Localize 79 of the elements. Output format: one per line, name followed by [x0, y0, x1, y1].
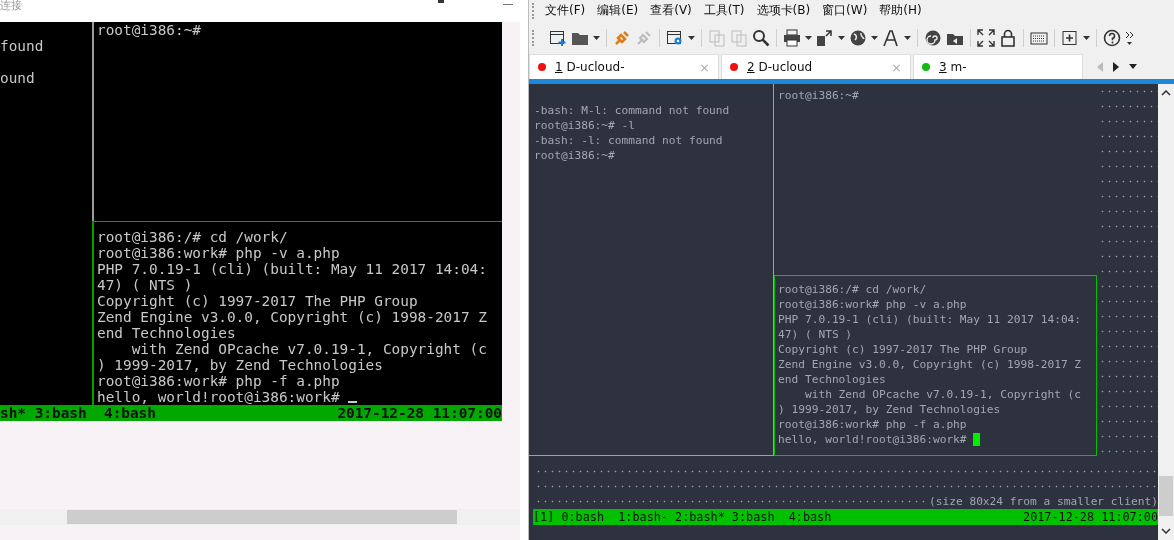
- terminal-line: PHP 7.0.19-1 (cli) (built: May 11 2017 14:04:: [97, 261, 488, 277]
- terminal-line: with Zend OPcache v7.0.19-1, Copyright (c: [803, 387, 1083, 402]
- terminal-line: ) 1999-2017, by Zend Technologies: [97, 357, 384, 373]
- menu-item[interactable]: 查看(V): [650, 2, 692, 20]
- window-list: sh* 3:bash 4:bash: [0, 405, 156, 421]
- terminal-line: root@i386:/# cd /work/: [778, 282, 928, 297]
- terminal-line: root@i386:work# php -f a.php: [778, 417, 968, 432]
- spiral-icon[interactable]: [924, 28, 942, 47]
- clock: 2017-12-28 11:07:00: [337, 405, 502, 421]
- transfer-icon[interactable]: [816, 28, 834, 47]
- terminal-line: Zend Engine v3.0.0, Copyright (c) 1998-2017 Z: [778, 357, 1083, 372]
- terminal-line: root@i386:work# php -f a.php: [97, 373, 341, 389]
- scrollbar-thumb[interactable]: [67, 510, 457, 524]
- terminal-line: root@i386:~#: [534, 148, 616, 163]
- terminal-line: root@i386:work# php -v a.php: [778, 297, 968, 312]
- terminal-line: Copyright (c) 1997-2017 The PHP Group: [778, 342, 1029, 357]
- plug-icon[interactable]: [613, 28, 631, 47]
- terminal-line: with Zend OPcache v7.0.19-1, Copyright (c: [130, 341, 488, 357]
- caret-icon[interactable]: [1083, 35, 1090, 40]
- window-title: 连接: [0, 0, 22, 12]
- menu-item[interactable]: 编辑(E): [597, 2, 639, 20]
- lock-icon[interactable]: [999, 28, 1017, 47]
- scrollbar-thumb[interactable]: [1159, 476, 1173, 516]
- terminal-line: root@i386:~# -l: [534, 118, 637, 133]
- terminal-line: Zend Engine v3.0.0, Copyright (c) 1998-2017 Z: [97, 309, 488, 325]
- font-icon[interactable]: [882, 28, 900, 47]
- terminal-line: root@i386:~#: [778, 88, 860, 103]
- session-tab[interactable]: 3 m-: [913, 54, 1083, 79]
- menu-item[interactable]: 选项卡(B): [756, 2, 811, 20]
- globe-icon[interactable]: [849, 28, 867, 47]
- fullscreen-icon[interactable]: [977, 28, 995, 47]
- session-tab[interactable]: 2 D-ucloud ×: [721, 54, 911, 79]
- menu-item[interactable]: 帮助(H): [879, 2, 922, 20]
- grip-handle[interactable]: [532, 29, 536, 46]
- size-notice: (size 80x24 from a smaller client): [929, 494, 1158, 509]
- horizontal-scrollbar[interactable]: [0, 509, 520, 525]
- scroll-right-icon[interactable]: [1113, 61, 1119, 72]
- terminal-line: hello, world!root@i386:work#: [97, 389, 341, 405]
- dropdown-icon[interactable]: [1129, 64, 1137, 69]
- vertical-scrollbar[interactable]: [1158, 84, 1174, 540]
- terminal-line: root@i386:/# cd /work/: [97, 229, 289, 245]
- clock: 2017-12-28 11:07:00: [1023, 509, 1158, 525]
- terminal-line: found: [0, 38, 45, 54]
- add-tab-icon[interactable]: [1061, 28, 1079, 47]
- printer-icon[interactable]: [783, 28, 801, 47]
- menu-item[interactable]: 窗口(W): [822, 2, 868, 20]
- window-list: [1] 0:bash 1:bash- 2:bash* 3:bash 4:bash: [533, 509, 832, 525]
- terminal-line: hello, world!root@i386:work#: [778, 432, 968, 447]
- terminal-line: Copyright (c) 1997-2017 The PHP Group: [97, 293, 419, 309]
- caret-icon[interactable]: [838, 35, 845, 40]
- caret-icon[interactable]: [904, 35, 911, 40]
- scroll-up-icon[interactable]: [1161, 90, 1171, 96]
- terminal-line: -bash: M-l: command not found: [534, 103, 731, 118]
- more-chevron-icon[interactable]: [1125, 29, 1134, 46]
- scroll-down-icon[interactable]: [1161, 528, 1171, 534]
- cursor: [973, 433, 981, 446]
- terminal-line: end Technologies: [778, 372, 887, 387]
- terminal-line: 47) ( NTS ): [97, 277, 194, 293]
- menu-item[interactable]: 工具(T): [703, 2, 745, 20]
- cursor: [348, 401, 358, 403]
- menu-item[interactable]: 文件(F): [545, 2, 586, 20]
- terminal-line: 47) ( NTS ): [778, 327, 854, 342]
- caret-icon[interactable]: [593, 35, 600, 40]
- terminal-line: ound: [0, 70, 36, 86]
- caret-icon[interactable]: [805, 35, 812, 40]
- terminal-line: PHP 7.0.19-1 (cli) (built: May 11 2017 14:04:: [778, 312, 1083, 327]
- caret-icon[interactable]: [871, 35, 878, 40]
- terminal-line: root@i386:work# php -v a.php: [97, 245, 341, 261]
- terminal-line: ) 1999-2017, by Zend Technologies: [778, 402, 1002, 417]
- terminal-line: end Technologies: [97, 325, 237, 341]
- caret-icon[interactable]: [688, 35, 695, 40]
- terminal-line: root@i386:~#: [97, 22, 202, 38]
- new-window-icon[interactable]: [549, 28, 567, 47]
- window-gear-icon[interactable]: [666, 28, 684, 47]
- help-icon[interactable]: [1103, 28, 1121, 47]
- grip-handle[interactable]: [532, 2, 536, 19]
- session-tab[interactable]: 1 D-ucloud- ×: [529, 54, 719, 79]
- search-icon[interactable]: [752, 28, 770, 47]
- terminal-line: -bash: -l: command not found: [534, 133, 724, 148]
